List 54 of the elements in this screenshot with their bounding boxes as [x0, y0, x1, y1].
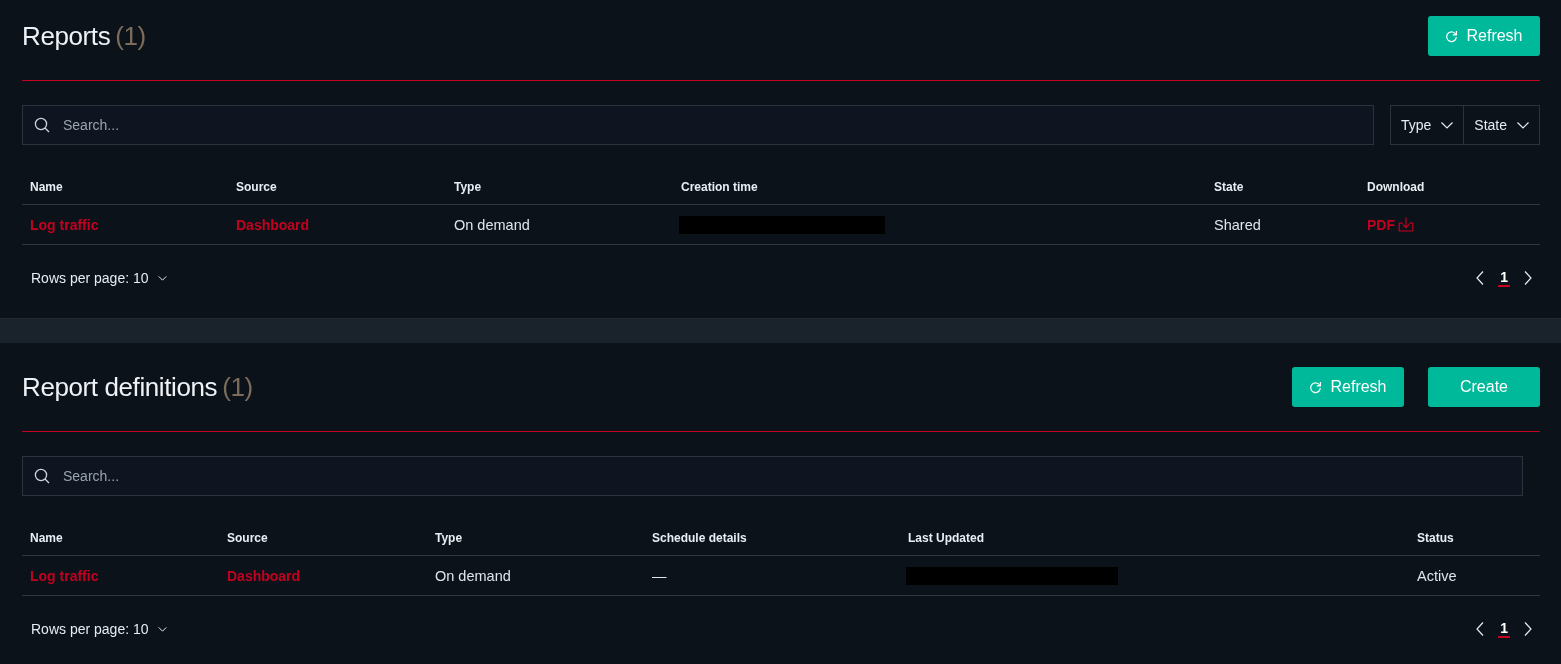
table-link[interactable]: Log traffic [30, 216, 99, 233]
search-icon [34, 117, 50, 133]
column-header: Status [1417, 531, 1454, 545]
table-link[interactable]: Log traffic [30, 567, 99, 584]
previous-page-button[interactable] [1476, 271, 1485, 285]
column-header: Name [30, 531, 63, 545]
column-header: Last Updated [908, 531, 984, 545]
column-header: Creation time [681, 180, 758, 194]
search-field[interactable]: Search... [22, 456, 1523, 496]
item-count: (1) [222, 371, 253, 403]
chevron-right-icon [1524, 271, 1532, 285]
page-button[interactable]: 1 [1498, 620, 1510, 638]
download-link[interactable]: PDF [1367, 216, 1414, 233]
next-page-button[interactable] [1524, 622, 1532, 636]
table-cell: — [652, 567, 667, 584]
column-header: Type [454, 180, 482, 194]
chevron-down-icon [1517, 121, 1529, 129]
table-link[interactable]: Dashboard [236, 216, 310, 233]
item-count: (1) [115, 20, 146, 52]
filter-dropdown[interactable]: State [1464, 105, 1540, 145]
column-header: Download [1367, 180, 1425, 194]
column-header: Schedule details [652, 531, 747, 545]
chevron-down-icon [1441, 121, 1454, 129]
table-cell: On demand [435, 567, 511, 584]
column-header: Source [227, 531, 268, 545]
column-header: Source [236, 180, 277, 194]
page-button[interactable]: 1 [1498, 269, 1510, 287]
table-link[interactable]: Dashboard [227, 567, 301, 584]
section-title: Reports [22, 20, 111, 52]
refresh-icon [1445, 29, 1459, 43]
table-cell: Active [1417, 567, 1457, 584]
refresh-icon [1309, 380, 1323, 394]
rows-per-page-select[interactable]: Rows per page: 10 [31, 270, 167, 286]
search-field[interactable]: Search... [22, 105, 1374, 145]
next-page-button[interactable] [1524, 271, 1532, 285]
column-header: State [1214, 180, 1244, 194]
previous-page-button[interactable] [1476, 622, 1485, 636]
search-icon [34, 468, 50, 484]
column-header: Name [30, 180, 63, 194]
table-cell: Shared [1214, 216, 1261, 233]
section-title: Report definitions [22, 371, 218, 403]
rows-per-page-select[interactable]: Rows per page: 10 [31, 621, 167, 637]
chevron-down-icon [157, 626, 167, 632]
refresh-button[interactable]: Refresh [1428, 16, 1540, 56]
download-icon [1398, 217, 1414, 232]
chevron-left-icon [1476, 622, 1485, 636]
chevron-left-icon [1476, 271, 1485, 285]
refresh-button[interactable]: Refresh [1292, 367, 1404, 407]
chevron-down-icon [157, 275, 167, 281]
filter-dropdown[interactable]: Type [1389, 105, 1465, 145]
table-cell: On demand [454, 216, 530, 233]
chevron-right-icon [1524, 622, 1532, 636]
create-button[interactable]: Create [1428, 367, 1540, 407]
column-header: Type [435, 531, 463, 545]
